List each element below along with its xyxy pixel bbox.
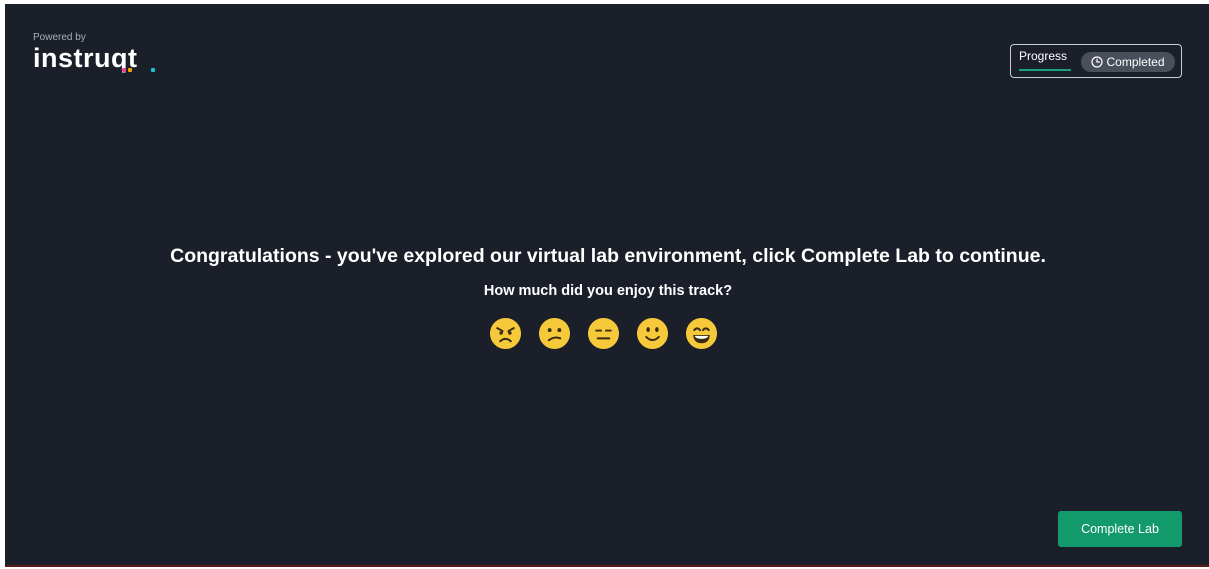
- page-title: Congratulations - you've explored our vi…: [170, 245, 1046, 267]
- brand: Powered by instruqt: [33, 32, 155, 72]
- smiling-face-icon[interactable]: [636, 317, 669, 350]
- status-label: Completed: [1106, 55, 1165, 69]
- tab-progress-indicator: [1019, 69, 1071, 71]
- status-badge: Completed: [1081, 52, 1175, 72]
- logo-accent-dot: [122, 68, 126, 72]
- tab-progress[interactable]: Progress: [1019, 49, 1067, 63]
- instruqt-logo: instruqt: [33, 44, 155, 72]
- logo-accent-dot: [151, 68, 155, 72]
- progress-panel: Progress Completed: [1010, 44, 1182, 78]
- complete-lab-button[interactable]: Complete Lab: [1058, 511, 1182, 547]
- angry-face-icon[interactable]: [489, 317, 522, 350]
- grinning-face-icon[interactable]: [685, 317, 718, 350]
- app-frame: Powered by instruqt Progress Completed C…: [5, 4, 1209, 567]
- confused-face-icon[interactable]: [538, 317, 571, 350]
- rating-question: How much did you enjoy this track?: [483, 283, 733, 299]
- logo-accent-dot: [128, 68, 132, 72]
- clock-icon: [1091, 56, 1104, 68]
- neutral-face-icon[interactable]: [587, 317, 620, 350]
- rating-options: [489, 317, 718, 350]
